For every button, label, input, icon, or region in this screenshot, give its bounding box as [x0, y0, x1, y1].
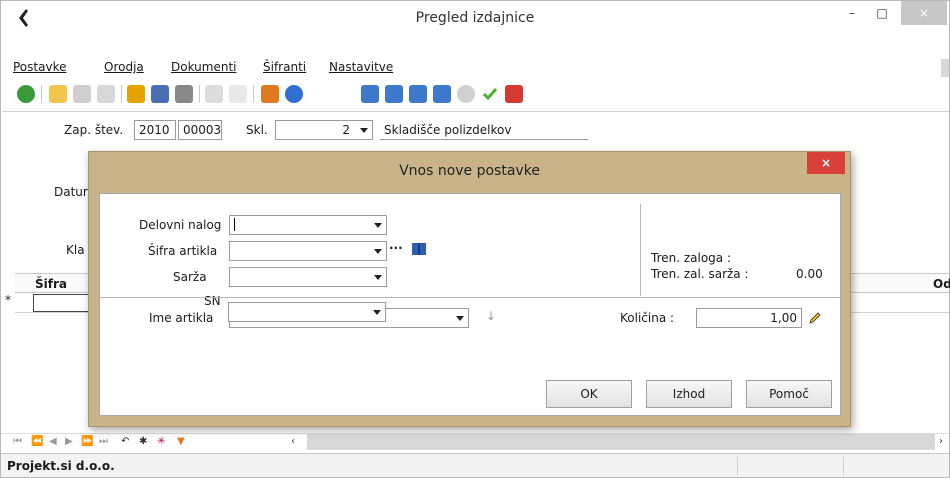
next-record-icon[interactable]: [409, 85, 427, 103]
dialog-body: Delovni nalog Šifra artikla ··· Sarža SN…: [99, 193, 841, 416]
nav-prev-page-icon[interactable]: ⏪: [31, 436, 43, 447]
status-cell: [737, 457, 841, 475]
tren-zaloga-label: Tren. zaloga :: [651, 251, 732, 265]
zap-number-field[interactable]: 00003: [178, 120, 222, 140]
sarza-select[interactable]: [229, 267, 387, 287]
cancel-x-icon[interactable]: [505, 85, 523, 103]
book-icon[interactable]: [411, 242, 427, 256]
col-sifra[interactable]: Šifra: [35, 277, 67, 291]
kolicina-field[interactable]: 1,00: [696, 308, 802, 328]
card-icon[interactable]: [151, 85, 169, 103]
toolbar-separator: [41, 85, 42, 103]
lock-icon[interactable]: [127, 85, 145, 103]
previous-record-icon[interactable]: [385, 85, 403, 103]
sifra-artikla-label: Šifra artikla: [148, 244, 218, 258]
chevron-down-icon: [360, 128, 368, 133]
menu-sifranti[interactable]: Šifranti: [263, 60, 306, 74]
undo-icon[interactable]: ↶: [121, 436, 129, 447]
menu-postavke[interactable]: Postavke: [13, 60, 66, 74]
kolicina-label: Količina :: [620, 311, 675, 325]
export-icon[interactable]: [229, 85, 247, 103]
help-icon[interactable]: [285, 85, 303, 103]
ime-artikla-label: Ime artikla: [149, 311, 214, 325]
nav-first-icon[interactable]: ⏮: [13, 436, 22, 447]
minimize-button[interactable]: –: [837, 1, 867, 25]
add-record-icon[interactable]: [457, 85, 475, 103]
new-document-icon[interactable]: [49, 85, 67, 103]
window-title: Pregled izdajnice: [415, 10, 535, 26]
sarza-label: Sarža: [173, 270, 207, 284]
sifra-artikla-select[interactable]: [229, 241, 387, 261]
browse-button[interactable]: ···: [389, 241, 403, 255]
preview-icon[interactable]: [205, 85, 223, 103]
chevron-down-icon: [456, 316, 464, 321]
scroll-left-icon[interactable]: ‹: [291, 436, 295, 447]
arrow-down-icon: ↓: [486, 309, 497, 323]
confirm-check-icon[interactable]: [481, 85, 499, 103]
tren-zal-sarza-label: Tren. zal. sarža :: [651, 267, 749, 281]
help-button[interactable]: Pomoč: [746, 380, 832, 408]
edit-icon[interactable]: [97, 85, 115, 103]
refresh-icon[interactable]: [17, 85, 35, 103]
menu-orodja[interactable]: Orodja: [104, 60, 144, 74]
skl-label: Skl.: [246, 123, 268, 137]
tren-zal-sarza-value: 0.00: [796, 267, 823, 281]
horizontal-divider: [100, 297, 840, 298]
kla-label: Kla: [66, 243, 85, 257]
text-cursor: [234, 218, 235, 231]
delovni-nalog-select[interactable]: [229, 215, 387, 235]
datum-label: Datur: [54, 185, 88, 199]
maximize-button[interactable]: □: [867, 1, 897, 25]
skl-name-field: Skladišče polizdelkov: [379, 120, 589, 140]
menu-dokumenti[interactable]: Dokumenti: [171, 60, 236, 74]
chevron-down-icon: [374, 223, 382, 228]
nav-next-icon[interactable]: ▶: [65, 436, 73, 447]
nav-last-icon[interactable]: ⏭: [99, 436, 108, 447]
nav-prev-icon[interactable]: ◀: [49, 436, 57, 447]
chevron-down-icon: [374, 249, 382, 254]
exit-door-icon[interactable]: [261, 85, 279, 103]
row-indicator: *: [5, 293, 11, 307]
status-cell: [843, 457, 947, 475]
scroll-right-icon[interactable]: ›: [939, 436, 943, 447]
exit-button[interactable]: Izhod: [646, 380, 732, 408]
toolbar-separator: [253, 85, 254, 103]
title-bar: Pregled izdajnice – □ ×: [1, 1, 949, 37]
grid-cell-editor[interactable]: [33, 294, 93, 312]
menu-nastavitve[interactable]: Nastavitve: [329, 60, 393, 74]
dialog-close-button[interactable]: ×: [807, 152, 845, 174]
horizontal-scrollbar[interactable]: [307, 434, 935, 450]
first-record-icon[interactable]: [361, 85, 379, 103]
zap-year-field[interactable]: 2010: [134, 120, 176, 140]
zap-label: Zap. štev.: [64, 123, 124, 137]
last-record-icon[interactable]: [433, 85, 451, 103]
print-icon[interactable]: [175, 85, 193, 103]
dialog-title: Vnos nove postavke: [399, 163, 540, 179]
menu-overflow-button[interactable]: [941, 59, 949, 77]
sn-select[interactable]: [228, 302, 386, 322]
close-button[interactable]: ×: [901, 1, 947, 25]
skl-select[interactable]: 2: [275, 120, 373, 140]
star-icon[interactable]: ✳: [157, 436, 165, 447]
chevron-down-icon: [373, 310, 381, 315]
new-item-dialog: Vnos nove postavke × Delovni nalog Šifra…: [88, 151, 851, 427]
chevron-down-icon: [374, 275, 382, 280]
delovni-nalog-label: Delovni nalog: [139, 218, 222, 232]
pencil-icon[interactable]: [808, 311, 822, 325]
menu-bar: Postavke Orodja Dokumenti Šifranti Nasta…: [1, 57, 949, 79]
toolbar-separator: [199, 85, 200, 103]
filter-icon[interactable]: ▼: [177, 436, 185, 447]
copy-icon[interactable]: [73, 85, 91, 103]
status-bar: Projekt.si d.o.o.: [1, 453, 949, 477]
skl-value: 2: [342, 123, 350, 137]
vertical-divider: [640, 204, 641, 296]
company-name: Projekt.si d.o.o.: [7, 459, 115, 473]
asterisk-icon[interactable]: ✱: [139, 436, 147, 447]
nav-next-page-icon[interactable]: ⏩: [81, 436, 93, 447]
toolbar-separator: [121, 85, 122, 103]
ok-button[interactable]: OK: [546, 380, 632, 408]
toolbar: [1, 79, 949, 109]
col-od[interactable]: Od: [933, 277, 950, 291]
